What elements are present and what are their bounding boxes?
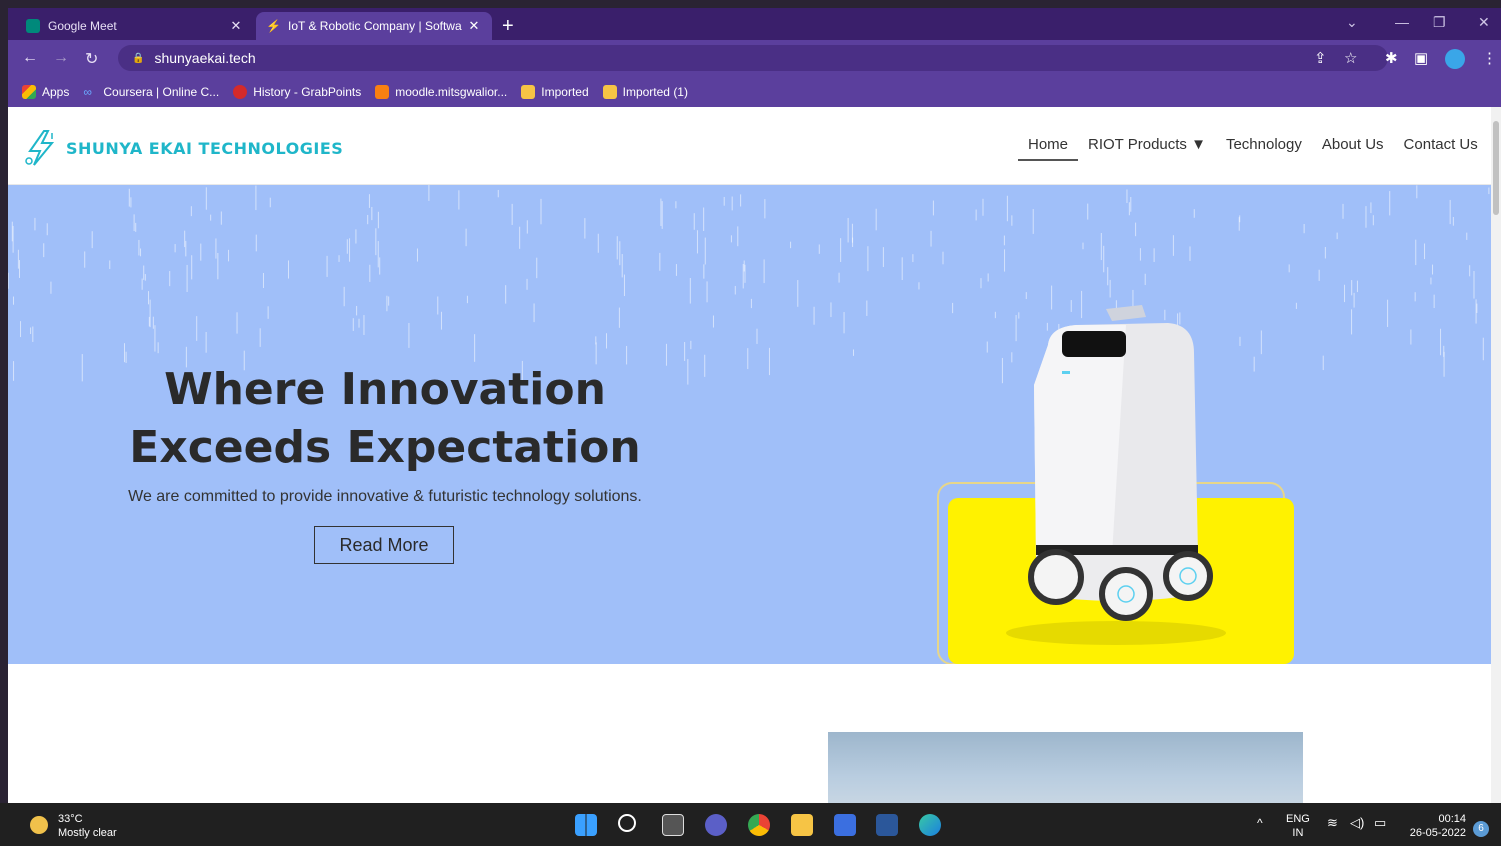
lang-bottom: IN (1292, 827, 1304, 839)
bookmark-label: History - GrabPoints (253, 84, 362, 99)
reload-icon[interactable]: ↻ (85, 49, 98, 69)
hero-title-line2: Exceeds Expectation (129, 422, 641, 473)
tab-title: IoT & Robotic Company | Softwa (288, 19, 462, 33)
nav-technology[interactable]: Technology (1216, 136, 1312, 153)
bookmark-moodle[interactable]: moodle.mitsgwalior... (375, 84, 508, 99)
screen: Google Meet ✕ ⚡ IoT & Robotic Company | … (0, 0, 1501, 846)
bookmark-grabpoints[interactable]: History - GrabPoints (233, 84, 362, 99)
share-icon[interactable]: ⇪ (1314, 49, 1327, 67)
close-window-button[interactable]: ✕ (1478, 14, 1490, 31)
bookmark-label: Coursera | Online C... (103, 84, 220, 99)
nav-about-us[interactable]: About Us (1312, 136, 1394, 153)
tray-overflow-icon[interactable]: ^ (1257, 816, 1263, 830)
bookmark-label: Apps (42, 84, 70, 99)
google-meet-icon (26, 19, 40, 33)
bookmark-imported-1[interactable]: Imported (1) (602, 84, 688, 99)
scrollbar-thumb[interactable] (1493, 121, 1499, 215)
folder-icon (602, 84, 617, 99)
new-tab-button[interactable]: + (502, 16, 514, 36)
site-favicon-icon: ⚡ (266, 19, 281, 33)
lang-top: ENG (1286, 813, 1310, 825)
bookmark-label: Imported (1) (622, 84, 688, 99)
tab-google-meet[interactable]: Google Meet ✕ (16, 12, 254, 40)
main-nav: Home RIOT Products ▼ Technology About Us… (1018, 136, 1488, 161)
edge-icon[interactable] (919, 814, 941, 836)
web-page: SHUNYA EKAI TECHNOLOGIES Home RIOT Produ… (8, 107, 1491, 803)
logo-text[interactable]: SHUNYA EKAI TECHNOLOGIES (66, 139, 343, 158)
teams-chat-icon[interactable] (705, 814, 727, 836)
tab-search-icon[interactable]: ⌄ (1346, 14, 1358, 31)
back-icon[interactable]: ← (22, 49, 38, 67)
language-indicator[interactable]: ENG IN (1286, 812, 1310, 840)
lock-icon: 🔒 (132, 52, 145, 64)
hero-title-line1: Where Innovation (164, 364, 606, 415)
address-bar-row: ← → ↻ 🔒 shunyaekai.tech ⇪ ☆ ✱ ▣ ⋮ (8, 40, 1501, 76)
minimize-button[interactable]: — (1395, 14, 1409, 30)
clock[interactable]: 00:14 26-05-2022 (1404, 812, 1466, 840)
volume-icon[interactable]: ◁) (1350, 816, 1364, 830)
bookmark-label: Imported (541, 84, 589, 99)
browser-tab-bar: Google Meet ✕ ⚡ IoT & Robotic Company | … (8, 8, 1501, 40)
logo-bolt-icon[interactable] (24, 129, 58, 167)
start-windows-icon[interactable] (575, 814, 597, 836)
nav-riot-products[interactable]: RIOT Products ▼ (1078, 136, 1216, 153)
close-tab-icon[interactable]: ✕ (466, 18, 482, 34)
hero-section: Where Innovation Exceeds Expectation We … (8, 185, 1491, 664)
windows-taskbar: 33°C Mostly clear ^ ENG IN ≋ ◁) ▭ 00:14 … (0, 803, 1501, 846)
wifi-icon[interactable]: ≋ (1327, 816, 1338, 830)
menu-kebab-icon[interactable]: ⋮ (1482, 49, 1497, 67)
close-tab-icon[interactable]: ✕ (228, 18, 244, 34)
side-panel-icon[interactable]: ▣ (1414, 49, 1428, 67)
bookmark-star-icon[interactable]: ☆ (1344, 49, 1357, 67)
file-explorer-icon[interactable] (791, 814, 813, 836)
section-image (828, 732, 1303, 803)
url-text: shunyaekai.tech (154, 50, 256, 66)
page-scrollbar[interactable] (1491, 107, 1501, 803)
hero-title: Where Innovation Exceeds Expectation (108, 361, 662, 477)
tab-title: Google Meet (48, 19, 117, 33)
grabpoints-icon (233, 84, 248, 99)
bookmark-label: moodle.mitsgwalior... (395, 84, 508, 99)
apps-grid-icon (22, 84, 36, 99)
read-more-button[interactable]: Read More (314, 526, 454, 564)
weather-desc: Mostly clear (58, 827, 117, 839)
hero-subtitle: We are committed to provide innovative &… (128, 488, 642, 505)
site-header: SHUNYA EKAI TECHNOLOGIES Home RIOT Produ… (8, 107, 1491, 185)
nav-contact-us[interactable]: Contact Us (1394, 136, 1488, 153)
folder-icon (521, 84, 536, 99)
store-icon[interactable] (834, 814, 856, 836)
search-icon[interactable] (618, 814, 636, 832)
clock-date: 26-05-2022 (1409, 827, 1466, 839)
bookmark-apps[interactable]: Apps (22, 84, 70, 99)
chrome-icon[interactable] (748, 814, 770, 836)
coursera-icon: ∞ (83, 84, 92, 99)
forward-icon[interactable]: → (53, 49, 69, 67)
word-icon[interactable] (876, 814, 898, 836)
delivery-robot-image (937, 305, 1294, 664)
clock-time: 00:14 (1438, 813, 1466, 825)
url-input[interactable]: 🔒 shunyaekai.tech (118, 45, 1388, 71)
profile-avatar[interactable] (1445, 49, 1465, 69)
bookmarks-bar: Apps ∞ Coursera | Online C... History - … (8, 76, 1501, 107)
nav-home[interactable]: Home (1018, 136, 1079, 161)
battery-icon[interactable]: ▭ (1374, 816, 1386, 830)
weather-widget[interactable]: 33°C Mostly clear (58, 812, 117, 840)
weather-temp: 33°C (58, 813, 83, 825)
notification-badge[interactable]: 6 (1473, 821, 1489, 837)
weather-moon-icon[interactable] (30, 816, 48, 834)
task-view-icon[interactable] (662, 814, 684, 836)
bookmark-imported[interactable]: Imported (521, 84, 589, 99)
extensions-icon[interactable]: ✱ (1385, 49, 1398, 67)
bookmark-coursera[interactable]: ∞ Coursera | Online C... (83, 85, 219, 99)
restore-button[interactable]: ❐ (1433, 14, 1446, 31)
moodle-icon (375, 84, 390, 99)
tab-shunyaekai[interactable]: ⚡ IoT & Robotic Company | Softwa ✕ (256, 12, 492, 40)
